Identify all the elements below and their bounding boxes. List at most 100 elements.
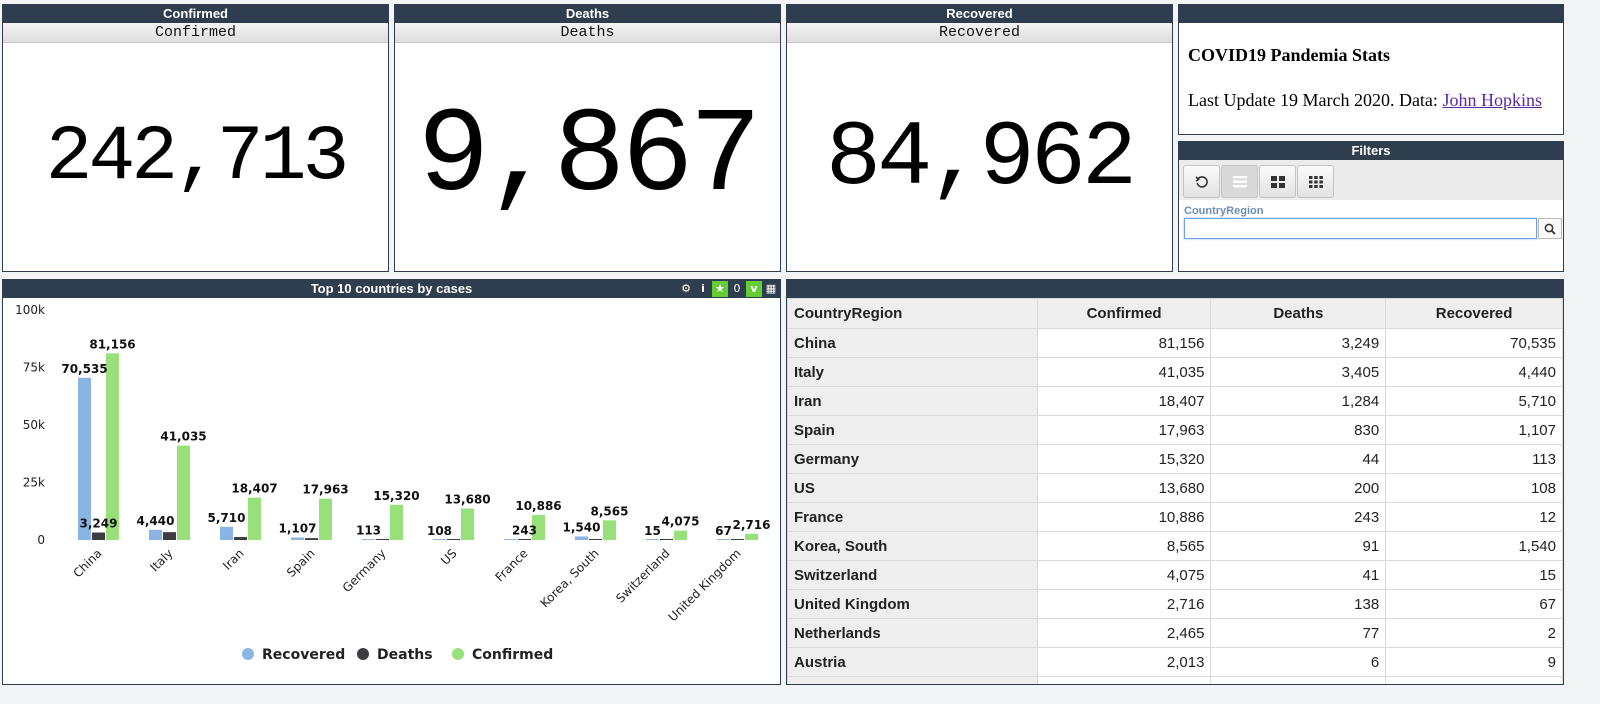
bar-confirmed [674,530,687,540]
value-cell: 15 [1385,560,1563,590]
confirmed-panel-title: Confirmed [3,5,388,23]
value-cell: 1,795 [1036,676,1212,684]
table-icon[interactable]: ▦ [763,281,779,297]
value-cell: 243 [1210,502,1387,532]
table-body: China 81,156 3,249 70,535 Italy 41,035 3,405 4,… [787,328,1563,684]
v-icon[interactable]: v [746,281,762,297]
table-row[interactable]: Netherlands 2,465 77 2 [787,618,1563,648]
value-cell: 113 [1385,444,1563,474]
value-cell: 8,565 [1036,531,1212,561]
country-cell: United Kingdom [787,589,1038,619]
deaths-panel-title: Deaths [395,5,780,23]
reset-icon [1194,175,1208,188]
value-cell: 2,013 [1036,647,1212,677]
recovered-panel: Recovered Recovered 84,962 [786,4,1173,272]
y-tick-label: 75k [23,361,45,375]
dense-grid-view-button[interactable] [1297,165,1334,198]
x-tick-label: Switzerland [613,546,672,605]
chart-title: Top 10 countries by cases [310,281,473,296]
table-row[interactable]: US 13,680 200 108 [787,473,1563,503]
country-cell: France [787,502,1038,532]
table-row[interactable]: France 10,886 243 12 [787,502,1563,532]
table-row[interactable]: Spain 17,963 830 1,107 [787,415,1563,445]
value-cell: 41 [1210,560,1387,590]
table-row[interactable]: Belgium1,7952131 [787,676,1563,684]
country-filter-input[interactable] [1184,218,1537,239]
reset-filter-button[interactable] [1183,165,1220,198]
value-cell: 3,249 [1210,328,1387,358]
bar-deaths [376,539,389,540]
y-tick-label: 0 [37,533,45,547]
data-label: 15,320 [373,489,419,503]
table-header-row: CountryRegion Confirmed Deaths Recovered [787,298,1563,329]
data-label: 113 [356,524,381,538]
info-icon[interactable]: i [695,281,711,297]
list-view-button[interactable] [1221,165,1258,198]
column-header[interactable]: CountryRegion [787,298,1038,329]
table-row[interactable]: Italy 41,035 3,405 4,440 [787,357,1563,387]
value-cell: 1,540 [1385,531,1563,561]
gear-icon[interactable]: ⚙ [678,281,694,297]
deaths-count: 9,867 [417,90,761,226]
value-cell: 6 [1210,647,1387,677]
table-scroll-area[interactable]: CountryRegion Confirmed Deaths Recovered Ch… [787,298,1563,684]
bar-confirmed [106,353,119,540]
x-tick-label: US [438,546,460,568]
bar-recovered [433,539,446,540]
value-cell: 31 [1385,676,1563,684]
table-row[interactable]: China 81,156 3,249 70,535 [787,328,1563,358]
table-row[interactable]: Austria 2,013 6 9 [787,647,1563,677]
bar-deaths [447,539,460,540]
bar-confirmed [177,445,190,540]
table-row[interactable]: Iran 18,407 1,284 5,710 [787,386,1563,416]
table-row[interactable]: Switzerland 4,075 41 15 [787,560,1563,590]
bar-deaths [305,538,318,540]
y-tick-label: 50k [23,418,45,432]
bar-recovered [149,529,162,540]
recovered-subtitle: Recovered [787,23,1172,43]
column-header[interactable]: Recovered [1385,298,1563,329]
legend-marker-deaths [357,648,369,660]
data-label: 1,107 [279,521,317,535]
y-tick-label: 25k [23,476,45,490]
value-cell: 2,716 [1036,589,1212,619]
data-label: 1,540 [563,520,601,534]
data-label: 8,565 [591,504,629,518]
value-cell: 44 [1210,444,1387,474]
bar-confirmed [319,498,332,540]
bar-deaths [92,532,105,540]
filters-panel: Filters CountryRegion [1178,141,1564,272]
dense-grid-view-icon [1308,175,1323,188]
value-cell: 1,284 [1210,386,1387,416]
value-cell: 13,680 [1036,473,1212,503]
data-label: 13,680 [444,493,490,507]
star-icon[interactable]: ★ [712,281,728,297]
value-cell: 21 [1210,676,1387,684]
table-panel-header [787,280,1563,298]
bar-recovered [220,526,233,540]
table-row[interactable]: Germany 15,320 44 113 [787,444,1563,474]
table-panel: CountryRegion Confirmed Deaths Recovered Ch… [786,279,1564,685]
grid-view-button[interactable] [1259,165,1296,198]
value-cell: 1,107 [1385,415,1563,445]
country-cell: Iran [787,386,1038,416]
value-cell: 81,156 [1036,328,1212,358]
bar-confirmed [248,497,261,540]
column-header[interactable]: Deaths [1210,298,1387,329]
country-filter-label: CountryRegion [1184,205,1264,217]
column-header[interactable]: Confirmed [1036,298,1212,329]
value-cell: 5,710 [1385,386,1563,416]
table-row[interactable]: United Kingdom 2,716 138 67 [787,589,1563,619]
country-cell: Germany [787,444,1038,474]
data-source-link[interactable]: John Hopkins [1442,90,1542,110]
x-tick-label: Spain [284,546,318,580]
table-row[interactable]: Korea, South 8,565 91 1,540 [787,531,1563,561]
bar-recovered [504,539,517,540]
value-cell: 9 [1385,647,1563,677]
legend-marker-recovered [242,648,254,660]
filter-search-button[interactable] [1538,218,1562,239]
confirmed-count: 242,713 [45,114,350,202]
chart-toolbar: ⚙ i ★ 0 v ▦ [678,281,779,297]
dashboard-title: COVID19 Pandemia Stats [1188,45,1391,65]
data-label: 243 [512,523,537,537]
